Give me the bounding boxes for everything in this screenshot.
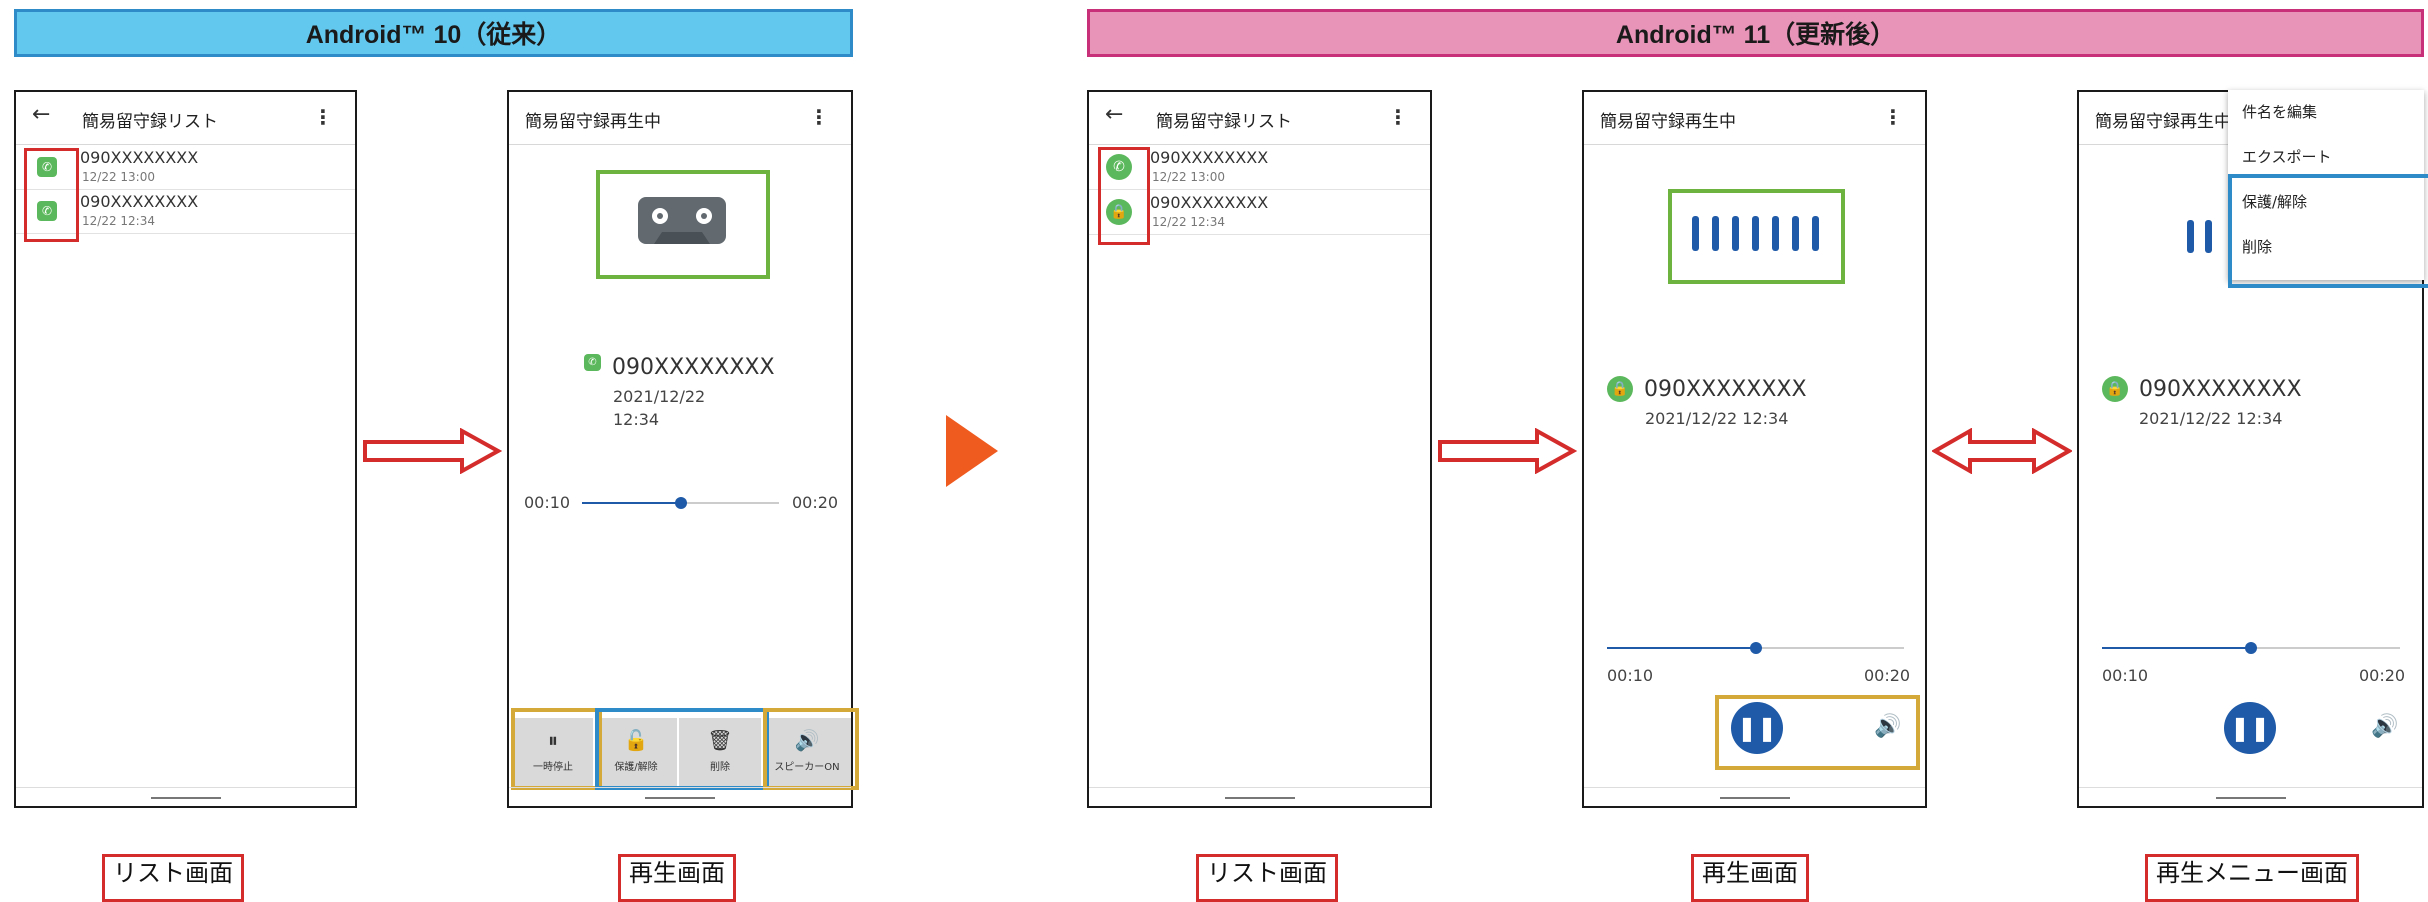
cassette-icon — [638, 197, 726, 244]
nav-bar — [2079, 787, 2422, 806]
right-arrow-icon — [1438, 428, 1577, 474]
nav-bar — [16, 787, 355, 806]
caller-number: 090XXXXXXXX — [1150, 148, 1269, 167]
app-bar: 簡易留守録再生中 ⋮ — [1584, 92, 1925, 145]
double-arrow-icon — [1932, 428, 2072, 474]
seek-bar-thumb[interactable] — [674, 497, 687, 509]
caller-number: 090XXXXXXXX — [80, 148, 199, 167]
record-date: 12/22 12:34 — [1152, 215, 1225, 229]
artwork-highlight — [596, 170, 770, 279]
elapsed-time: 00:10 — [524, 493, 571, 512]
phone-icon: ✆ — [584, 354, 601, 371]
menu-screen-new: 簡易留守録再生中 🔒 090XXXXXXXX 2021/12/22 12:34 … — [2077, 90, 2428, 808]
android11-banner: Android™ 11（更新後） — [1087, 9, 2424, 57]
caption-playback-old: 再生画面 — [618, 854, 736, 902]
right-arrow-icon — [363, 428, 502, 474]
screen-title: 簡易留守録再生中 — [525, 112, 661, 132]
nav-bar — [1584, 787, 1925, 806]
app-bar: 簡易留守録再生中 ⋮ — [509, 92, 851, 145]
seek-bar-thumb[interactable] — [1749, 642, 1762, 654]
audio-bars-icon — [1692, 216, 1819, 251]
pause-highlight — [511, 708, 602, 790]
list-screen-new: ← 簡易留守録リスト ⋮ ✆ 090XXXXXXXX 12/22 13:00 🔒… — [1087, 90, 1432, 808]
screen-title: 簡易留守録リスト — [1156, 112, 1292, 132]
record-datetime: 2021/12/22 12:34 — [1645, 409, 1789, 428]
caption-list-new: リスト画面 — [1196, 854, 1338, 902]
back-arrow-icon[interactable]: ← — [1105, 102, 1123, 127]
caller-number: 090XXXXXXXX — [1644, 377, 1807, 402]
caption-menu: 再生メニュー画面 — [2145, 854, 2359, 902]
caller-number: 090XXXXXXXX — [1150, 193, 1269, 212]
screen-title: 簡易留守録リスト — [82, 112, 218, 132]
seek-bar[interactable] — [2102, 642, 2400, 654]
screen-title: 簡易留守録再生中 — [2095, 112, 2231, 132]
caller-number: 090XXXXXXXX — [2139, 377, 2302, 402]
more-options-icon[interactable]: ⋮ — [809, 106, 829, 128]
more-options-icon[interactable]: ⋮ — [1388, 106, 1408, 128]
lock-icon: 🔒 — [1607, 376, 1633, 402]
seek-bar[interactable] — [1607, 642, 1904, 654]
audio-bars-icon — [2187, 220, 2212, 253]
artwork-highlight — [1668, 189, 1845, 284]
caller-number: 090XXXXXXXX — [80, 192, 199, 211]
screen-title: 簡易留守録再生中 — [1600, 112, 1736, 132]
seek-bar[interactable] — [582, 497, 779, 509]
back-arrow-icon[interactable]: ← — [32, 102, 50, 127]
speaker-highlight — [763, 708, 859, 790]
home-indicator[interactable] — [2215, 797, 2286, 799]
controls-highlight — [1715, 695, 1920, 770]
seek-bar-progress — [1607, 647, 1756, 649]
record-date: 12/22 13:00 — [82, 170, 155, 184]
seek-bar-progress — [2102, 647, 2251, 649]
record-date: 2021/12/22 — [613, 387, 706, 406]
record-time: 12:34 — [613, 410, 660, 429]
overflow-menu: 件名を編集 エクスポート 保護/解除 削除 — [2228, 90, 2428, 288]
record-date: 12/22 12:34 — [82, 214, 155, 228]
transition-arrow-icon — [946, 415, 998, 487]
speaker-button[interactable]: 🔊 — [2371, 714, 2398, 739]
record-datetime: 2021/12/22 12:34 — [2139, 409, 2283, 428]
home-indicator[interactable] — [1719, 797, 1790, 799]
lock-icon: 🔒 — [2102, 376, 2128, 402]
nav-bar — [1089, 787, 1430, 806]
nav-bar — [509, 787, 851, 806]
record-date: 12/22 13:00 — [1152, 170, 1225, 184]
more-options-icon[interactable]: ⋮ — [313, 106, 333, 128]
app-bar: ← 簡易留守録リスト ⋮ — [16, 92, 355, 145]
home-indicator[interactable] — [645, 797, 715, 799]
more-options-icon[interactable]: ⋮ — [1883, 106, 1903, 128]
total-time: 00:20 — [2359, 666, 2406, 685]
android10-banner: Android™ 10（従来） — [14, 9, 853, 57]
playback-screen-old: 簡易留守録再生中 ⋮ ✆ 090XXXXXXXX 2021/12/22 12:3… — [507, 90, 859, 808]
protect-delete-highlight — [595, 708, 769, 790]
app-bar: ← 簡易留守録リスト ⋮ — [1089, 92, 1430, 145]
list-screen-old: ← 簡易留守録リスト ⋮ ✆ 090XXXXXXXX 12/22 13:00 ✆… — [14, 90, 357, 808]
elapsed-time: 00:10 — [1607, 666, 1654, 685]
playback-screen-new: 簡易留守録再生中 ⋮ 🔒 090XXXXXXXX 2021/12/22 12:3… — [1582, 90, 1927, 808]
protect-delete-highlight — [2228, 174, 2428, 288]
caption-playback-new: 再生画面 — [1691, 854, 1809, 902]
menu-item-edit-title[interactable]: 件名を編集 — [2228, 90, 2424, 135]
seek-bar-thumb[interactable] — [2245, 642, 2257, 654]
caption-list-old: リスト画面 — [102, 854, 244, 902]
icon-highlight — [24, 148, 79, 242]
caller-number: 090XXXXXXXX — [612, 355, 775, 380]
icon-highlight — [1098, 147, 1150, 245]
seek-bar-progress — [582, 502, 681, 504]
home-indicator[interactable] — [1224, 797, 1295, 799]
total-time: 00:20 — [1864, 666, 1911, 685]
home-indicator[interactable] — [150, 797, 221, 799]
elapsed-time: 00:10 — [2102, 666, 2149, 685]
pause-button[interactable]: ❚❚ — [2224, 702, 2276, 754]
total-time: 00:20 — [792, 493, 839, 512]
